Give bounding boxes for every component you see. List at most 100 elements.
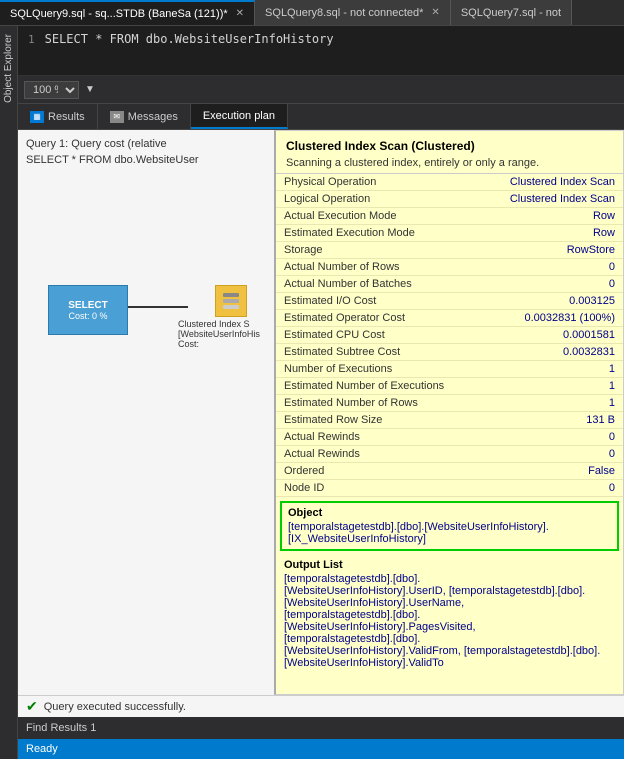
prop-value: Row xyxy=(482,208,623,225)
prop-value: RowStore xyxy=(482,242,623,259)
tab-bar: SQLQuery9.sql - sq...STDB (BaneSa (121))… xyxy=(0,0,624,26)
prop-label: Actual Number of Rows xyxy=(276,259,482,276)
sidebar-label: Object Explorer xyxy=(3,34,14,103)
zoom-select[interactable]: 100 % xyxy=(24,81,79,99)
table-row: Estimated I/O Cost 0.003125 xyxy=(276,293,623,310)
select-cost: Cost: 0 % xyxy=(68,311,107,321)
table-row: Logical Operation Clustered Index Scan xyxy=(276,191,623,208)
prop-label: Storage xyxy=(276,242,482,259)
prop-value: 0.0032831 xyxy=(482,344,623,361)
results-icon: ▦ xyxy=(30,111,44,123)
table-row: Physical Operation Clustered Index Scan xyxy=(276,174,623,191)
sidebar: Object Explorer xyxy=(0,26,18,759)
tooltip-title: Clustered Index Scan (Clustered) xyxy=(286,139,613,153)
tab-messages-label: Messages xyxy=(128,111,178,123)
object-label: Object xyxy=(288,507,611,519)
select-box[interactable]: SELECT Cost: 0 % xyxy=(48,285,128,335)
status-bar: ✔ Query executed successfully. xyxy=(18,695,624,717)
tab-label: SQLQuery8.sql - not connected* xyxy=(265,7,423,19)
prop-label: Estimated Number of Executions xyxy=(276,378,482,395)
find-label: Find Results 1 xyxy=(26,722,96,734)
table-row: Estimated CPU Cost 0.0001581 xyxy=(276,327,623,344)
tab-label: SQLQuery7.sql - not xyxy=(461,7,561,19)
prop-value: Clustered Index Scan xyxy=(482,191,623,208)
execution-plan-label: Execution plan xyxy=(203,110,275,122)
find-bar: Find Results 1 xyxy=(18,717,624,739)
prop-label: Estimated Operator Cost xyxy=(276,310,482,327)
prop-value: 0 xyxy=(482,259,623,276)
ci-cost: Cost: xyxy=(178,339,283,349)
prop-label: Ordered xyxy=(276,463,482,480)
zoom-dropdown-icon[interactable]: ▼ xyxy=(85,84,95,95)
tab-results[interactable]: ▦ Results xyxy=(18,104,98,129)
tab-close-icon[interactable]: ✕ xyxy=(236,8,244,19)
clustered-index-box[interactable]: Clustered Index S [WebsiteUserInfoHis Co… xyxy=(178,285,283,349)
prop-label: Estimated Number of Rows xyxy=(276,395,482,412)
prop-value: 0 xyxy=(482,276,623,293)
prop-label: Actual Number of Batches xyxy=(276,276,482,293)
tab-sqlquery7[interactable]: SQLQuery7.sql - not xyxy=(451,0,572,25)
table-row: Actual Rewinds 0 xyxy=(276,446,623,463)
prop-value: Row xyxy=(482,225,623,242)
toolbar: 100 % ▼ xyxy=(18,76,624,104)
tab-sqlquery8[interactable]: SQLQuery8.sql - not connected* ✕ xyxy=(255,0,451,25)
ci-sub: [WebsiteUserInfoHis xyxy=(178,329,283,339)
table-row: Actual Number of Batches 0 xyxy=(276,276,623,293)
plan-area: Query 1: Query cost (relative SELECT * F… xyxy=(18,130,624,695)
success-icon: ✔ xyxy=(26,698,38,715)
prop-value: 0 xyxy=(482,480,623,497)
table-row: Ordered False xyxy=(276,463,623,480)
result-tabs: ▦ Results ✉ Messages Execution plan xyxy=(18,104,624,130)
prop-value: 0 xyxy=(482,429,623,446)
prop-value: Clustered Index Scan xyxy=(482,174,623,191)
clustered-index-icon xyxy=(215,285,247,317)
code-content: SELECT * FROM dbo.WebsiteUserInfoHistory xyxy=(45,32,334,46)
table-row: Estimated Subtree Cost 0.0032831 xyxy=(276,344,623,361)
ready-bar: Ready xyxy=(18,739,624,759)
prop-value: False xyxy=(482,463,623,480)
prop-label: Estimated CPU Cost xyxy=(276,327,482,344)
prop-value: 0 xyxy=(482,446,623,463)
prop-label: Number of Executions xyxy=(276,361,482,378)
tab-messages[interactable]: ✉ Messages xyxy=(98,104,191,129)
prop-value: 131 B xyxy=(482,412,623,429)
ci-label: Clustered Index S xyxy=(178,319,283,329)
object-value: [temporalstagetestdb].[dbo].[WebsiteUser… xyxy=(288,521,611,545)
status-text: Query executed successfully. xyxy=(44,701,186,713)
table-row: Actual Rewinds 0 xyxy=(276,429,623,446)
tab-execution-plan[interactable]: Execution plan xyxy=(191,104,288,129)
prop-label: Physical Operation xyxy=(276,174,482,191)
prop-label: Estimated Subtree Cost xyxy=(276,344,482,361)
tooltip-subtitle: Scanning a clustered index, entirely or … xyxy=(286,157,613,169)
table-row: Estimated Execution Mode Row xyxy=(276,225,623,242)
output-label: Output List xyxy=(284,559,615,571)
messages-icon: ✉ xyxy=(110,111,124,123)
table-row: Estimated Operator Cost 0.0032831 (100%) xyxy=(276,310,623,327)
table-row: Estimated Number of Rows 1 xyxy=(276,395,623,412)
tooltip-header: Clustered Index Scan (Clustered) Scannin… xyxy=(276,131,623,174)
prop-label: Logical Operation xyxy=(276,191,482,208)
table-row: Number of Executions 1 xyxy=(276,361,623,378)
table-row: Actual Execution Mode Row xyxy=(276,208,623,225)
prop-value: 1 xyxy=(482,378,623,395)
prop-label: Estimated I/O Cost xyxy=(276,293,482,310)
prop-value: 0.003125 xyxy=(482,293,623,310)
prop-value: 1 xyxy=(482,361,623,378)
table-row: Storage RowStore xyxy=(276,242,623,259)
tab-close-icon[interactable]: ✕ xyxy=(431,7,439,18)
prop-label: Node ID xyxy=(276,480,482,497)
table-row: Actual Number of Rows 0 xyxy=(276,259,623,276)
tooltip-table: Physical Operation Clustered Index Scan … xyxy=(276,174,623,497)
output-value: [temporalstagetestdb].[dbo]. [WebsiteUse… xyxy=(284,573,615,669)
code-editor[interactable]: 1SELECT * FROM dbo.WebsiteUserInfoHistor… xyxy=(18,26,624,76)
content-area: 1 SELECT * FROM dbo.WebsiteUserInfoHistor… xyxy=(18,26,624,759)
select-label: SELECT xyxy=(68,300,107,311)
table-row: Estimated Row Size 131 B xyxy=(276,412,623,429)
ready-text: Ready xyxy=(26,743,58,755)
output-section: Output List [temporalstagetestdb].[dbo].… xyxy=(276,555,623,673)
table-row: Estimated Number of Executions 1 xyxy=(276,378,623,395)
main-area: Object Explorer 1 SELECT * FROM dbo.Websi… xyxy=(0,26,624,759)
prop-label: Estimated Execution Mode xyxy=(276,225,482,242)
tab-sqlquery9[interactable]: SQLQuery9.sql - sq...STDB (BaneSa (121))… xyxy=(0,0,255,25)
prop-label: Actual Rewinds xyxy=(276,429,482,446)
